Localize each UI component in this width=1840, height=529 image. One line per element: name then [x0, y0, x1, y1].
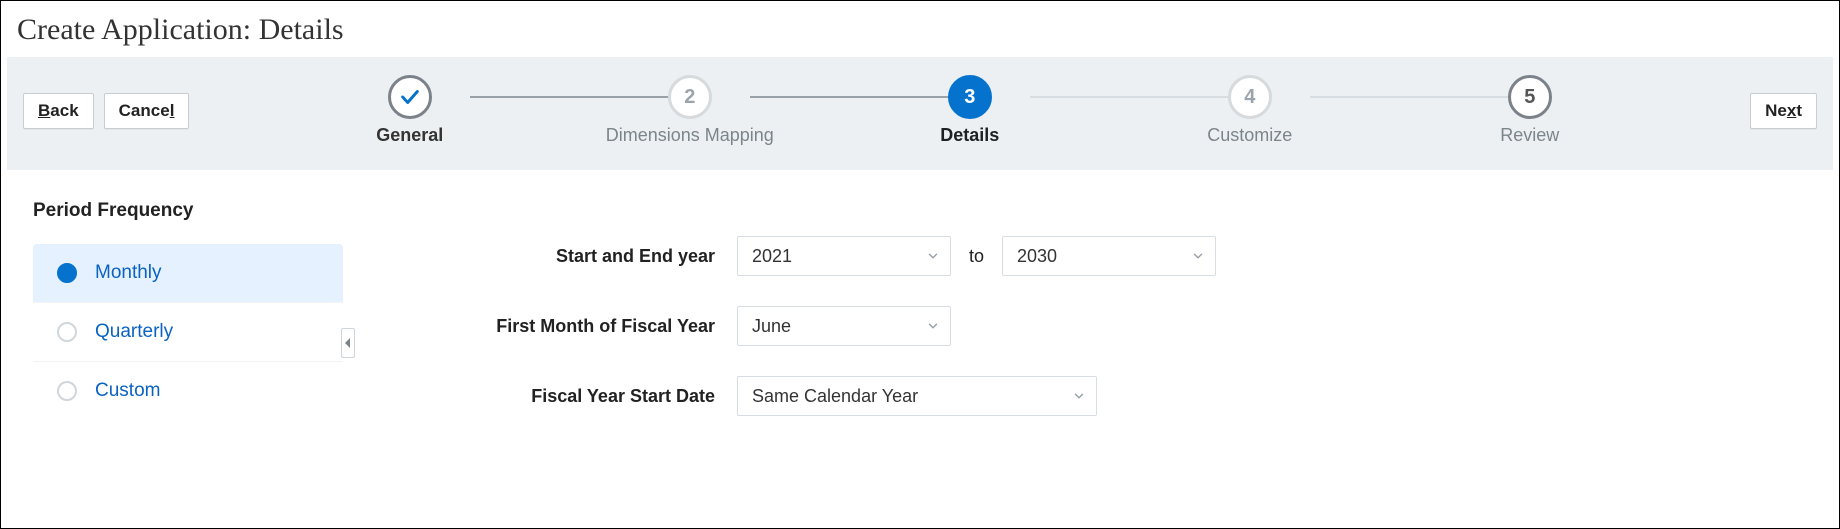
step-general-circle	[388, 75, 432, 119]
step-dimensions-mapping[interactable]: 2 Dimensions Mapping	[630, 75, 750, 146]
step-general-label: General	[376, 125, 443, 146]
first-month-label: First Month of Fiscal Year	[459, 316, 719, 337]
chevron-down-icon	[1072, 389, 1086, 403]
chevron-down-icon	[1191, 249, 1205, 263]
step-customize[interactable]: 4 Customize	[1190, 75, 1310, 146]
step-review-label: Review	[1500, 125, 1559, 146]
wizard-rail: Back Cancel General 2 Dimensions Mapping…	[7, 57, 1833, 170]
radio-icon	[57, 381, 77, 401]
rail-right-actions: Next	[1750, 93, 1817, 129]
first-month-value: June	[752, 316, 791, 337]
freq-option-label: Quarterly	[95, 321, 173, 343]
chevron-down-icon	[926, 319, 940, 333]
check-icon	[399, 86, 421, 108]
period-frequency-title: Period Frequency	[33, 200, 393, 222]
freq-option-label: Custom	[95, 380, 160, 402]
start-year-value: 2021	[752, 246, 792, 267]
fy-start-date-label: Fiscal Year Start Date	[459, 386, 719, 407]
period-frequency-panel: Period Frequency Monthly Quarterly Custo…	[33, 200, 393, 420]
wizard-steps: General 2 Dimensions Mapping 3 Details 4…	[189, 75, 1750, 146]
step-dimensions-label: Dimensions Mapping	[606, 125, 774, 146]
step-details[interactable]: 3 Details	[910, 75, 1030, 146]
page-title: Create Application: Details	[7, 7, 1833, 57]
freq-option-custom[interactable]: Custom	[33, 361, 343, 420]
step-general[interactable]: General	[350, 75, 470, 146]
step-customize-label: Customize	[1207, 125, 1292, 146]
end-year-select[interactable]: 2030	[1002, 236, 1216, 276]
caret-left-icon	[344, 337, 352, 349]
details-form: Start and End year 2021 to 2030 First Mo…	[459, 200, 1216, 416]
panel-collapse-handle[interactable]	[341, 328, 355, 358]
content-area: Period Frequency Monthly Quarterly Custo…	[7, 170, 1833, 420]
fy-start-date-select[interactable]: Same Calendar Year	[737, 376, 1097, 416]
first-month-select[interactable]: June	[737, 306, 951, 346]
freq-option-monthly[interactable]: Monthly	[33, 244, 343, 302]
back-button[interactable]: Back	[23, 93, 94, 129]
start-end-year-label: Start and End year	[459, 246, 719, 267]
cancel-button[interactable]: Cancel	[104, 93, 190, 129]
row-first-month: First Month of Fiscal Year June	[459, 306, 1216, 346]
step-customize-circle: 4	[1228, 75, 1272, 119]
step-details-circle: 3	[948, 75, 992, 119]
freq-option-quarterly[interactable]: Quarterly	[33, 302, 343, 361]
step-review-circle: 5	[1508, 75, 1552, 119]
step-dimensions-circle: 2	[668, 75, 712, 119]
period-frequency-list: Monthly Quarterly Custom	[33, 244, 343, 420]
chevron-down-icon	[926, 249, 940, 263]
end-year-value: 2030	[1017, 246, 1057, 267]
step-details-label: Details	[940, 125, 999, 146]
next-button[interactable]: Next	[1750, 93, 1817, 129]
radio-icon	[57, 263, 77, 283]
rail-left-actions: Back Cancel	[23, 93, 189, 129]
to-separator: to	[969, 246, 984, 267]
row-start-end-year: Start and End year 2021 to 2030	[459, 236, 1216, 276]
freq-option-label: Monthly	[95, 262, 162, 284]
row-fy-start-date: Fiscal Year Start Date Same Calendar Yea…	[459, 376, 1216, 416]
start-year-select[interactable]: 2021	[737, 236, 951, 276]
back-button-label: ack	[50, 101, 78, 120]
step-review[interactable]: 5 Review	[1470, 75, 1590, 146]
radio-icon	[57, 322, 77, 342]
fy-start-date-value: Same Calendar Year	[752, 386, 918, 407]
